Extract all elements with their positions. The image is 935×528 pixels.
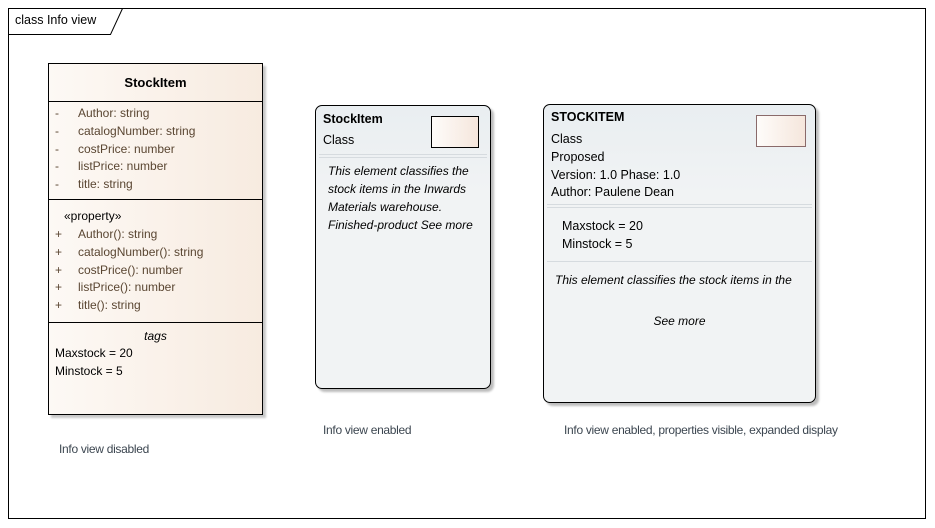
card-element-status: Proposed bbox=[551, 150, 605, 164]
attribute-text: title: string bbox=[78, 177, 133, 192]
operation-text: Author(): string bbox=[78, 227, 158, 241]
operation-text: listPrice(): number bbox=[78, 280, 176, 295]
attribute-text: Author: string bbox=[78, 106, 150, 120]
operation-text: costPrice(): number bbox=[78, 262, 183, 277]
operation-row[interactable]: + listPrice(): number bbox=[49, 280, 262, 298]
card-element-author: Author: Paulene Dean bbox=[551, 185, 675, 199]
caption-info-view-enabled: Info view enabled bbox=[323, 423, 412, 437]
card-element-name: STOCKITEM bbox=[551, 110, 625, 124]
attribute-row[interactable]: - catalogNumber: string bbox=[49, 124, 262, 142]
card-element-version: Version: 1.0 Phase: 1.0 bbox=[551, 168, 681, 182]
tag-minstock: Minstock = 5 bbox=[562, 237, 633, 251]
operation-row[interactable]: + costPrice(): number bbox=[49, 263, 262, 281]
attribute-text: catalogNumber: string bbox=[78, 123, 196, 138]
description-line: Materials warehouse. bbox=[328, 200, 443, 214]
attribute-row[interactable]: - costPrice: number bbox=[49, 142, 262, 160]
visibility-public: + bbox=[55, 244, 63, 259]
visibility-private: - bbox=[55, 141, 59, 156]
card-element-type: Class bbox=[323, 133, 355, 147]
see-more-link[interactable]: See more bbox=[544, 312, 815, 330]
class-icon-swatch bbox=[431, 116, 479, 148]
tags-title: tags bbox=[144, 329, 167, 343]
visibility-public: + bbox=[55, 262, 63, 277]
description-line: stock items in the Inwards bbox=[328, 182, 467, 196]
visibility-public: + bbox=[55, 227, 63, 241]
card-element-name: StockItem bbox=[323, 112, 383, 126]
info-view-card-expanded[interactable]: STOCKITEM Class Proposed Version: 1.0 Ph… bbox=[543, 104, 816, 403]
attribute-row[interactable]: - Author: string bbox=[49, 106, 262, 124]
diagram-frame-tab: class Info view bbox=[8, 8, 123, 35]
operation-text: catalogNumber(): string bbox=[78, 244, 204, 259]
info-view-card-stockitem[interactable]: StockItem Class This element classifies … bbox=[315, 105, 491, 389]
caption-info-view-disabled: Info view disabled bbox=[59, 442, 149, 456]
card-separator bbox=[547, 204, 812, 208]
card-description: This element classifies the stock items … bbox=[555, 273, 792, 287]
operation-row[interactable]: + Author(): string bbox=[49, 227, 262, 245]
card-element-type: Class bbox=[551, 132, 583, 146]
visibility-public: + bbox=[55, 298, 63, 313]
description-line: This element classifies the bbox=[328, 164, 469, 178]
attribute-text: listPrice: number bbox=[78, 159, 168, 174]
class-element-stockitem[interactable]: StockItem - Author: string - catalogNumber… bbox=[48, 63, 263, 415]
operations-compartment: «property» + Author(): string + catalogNum… bbox=[49, 200, 262, 323]
operations-stereotype: «property» bbox=[64, 209, 122, 223]
tags-compartment: tags Maxstock = 20 Minstock = 5 bbox=[49, 323, 262, 381]
attribute-row[interactable]: - title: string bbox=[49, 177, 262, 195]
visibility-private: - bbox=[55, 177, 59, 192]
operation-row[interactable]: + catalogNumber(): string bbox=[49, 245, 262, 263]
attributes-compartment: - Author: string - catalogNumber: string -… bbox=[49, 102, 262, 200]
class-name: StockItem bbox=[49, 64, 262, 102]
card-description: This element classifies the stock items … bbox=[328, 162, 473, 234]
operation-row[interactable]: + title(): string bbox=[49, 298, 262, 316]
visibility-private: - bbox=[55, 159, 59, 174]
diagram-title: class Info view bbox=[15, 13, 97, 27]
card-separator bbox=[547, 261, 812, 262]
operation-text: title(): string bbox=[78, 298, 141, 313]
class-icon-swatch bbox=[756, 115, 806, 147]
attribute-text: costPrice: number bbox=[78, 141, 175, 156]
visibility-public: + bbox=[55, 280, 63, 295]
caption-info-view-expanded: Info view enabled, properties visible, e… bbox=[564, 423, 838, 437]
description-line-see-more[interactable]: Finished-product See more bbox=[328, 216, 473, 234]
visibility-private: - bbox=[55, 123, 59, 138]
tag-minstock: Minstock = 5 bbox=[55, 363, 123, 378]
visibility-private: - bbox=[55, 106, 59, 120]
attribute-row[interactable]: - listPrice: number bbox=[49, 159, 262, 177]
tag-maxstock: Maxstock = 20 bbox=[55, 346, 133, 360]
card-separator bbox=[319, 154, 487, 158]
tag-maxstock: Maxstock = 20 bbox=[562, 219, 643, 233]
